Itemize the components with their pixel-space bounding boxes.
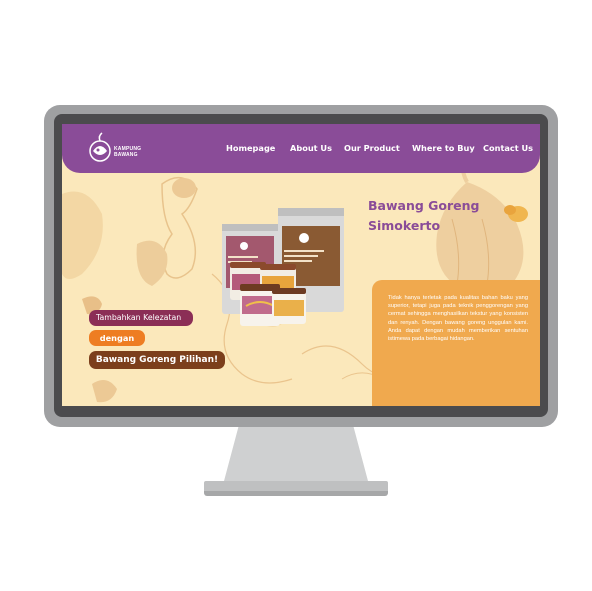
product-packaging-image [222,208,344,326]
tagline-badge-1: Tambahkan Kelezatan [89,310,193,326]
nav-our-product[interactable]: Our Product [344,143,400,153]
nav-about-us[interactable]: About Us [290,143,332,153]
website-screen: KAMPUNG BAWANG Homepage About Us Our Pro… [62,124,540,406]
brand-name-line2: BAWANG [114,152,138,158]
hero-title: Bawang Goreng Simokerto [368,196,479,236]
hero-title-line2: Simokerto [368,218,441,233]
hero-description: Tidak hanya terletak pada kualitas bahan… [388,295,528,343]
monitor-stand-shadow [204,491,388,496]
brand-name: KAMPUNG BAWANG [114,146,141,158]
nav-where-to-buy[interactable]: Where to Buy [412,143,475,153]
tagline-badge-3: Bawang Goreng Pilihan! [89,351,225,369]
hero-title-line1: Bawang Goreng [368,198,480,213]
monitor-stand [224,427,368,481]
nav-contact-us[interactable]: Contact Us [483,143,533,153]
nav-homepage[interactable]: Homepage [226,143,275,153]
tagline-badge-2: dengan [89,330,145,346]
top-navbar: KAMPUNG BAWANG Homepage About Us Our Pro… [62,124,540,173]
